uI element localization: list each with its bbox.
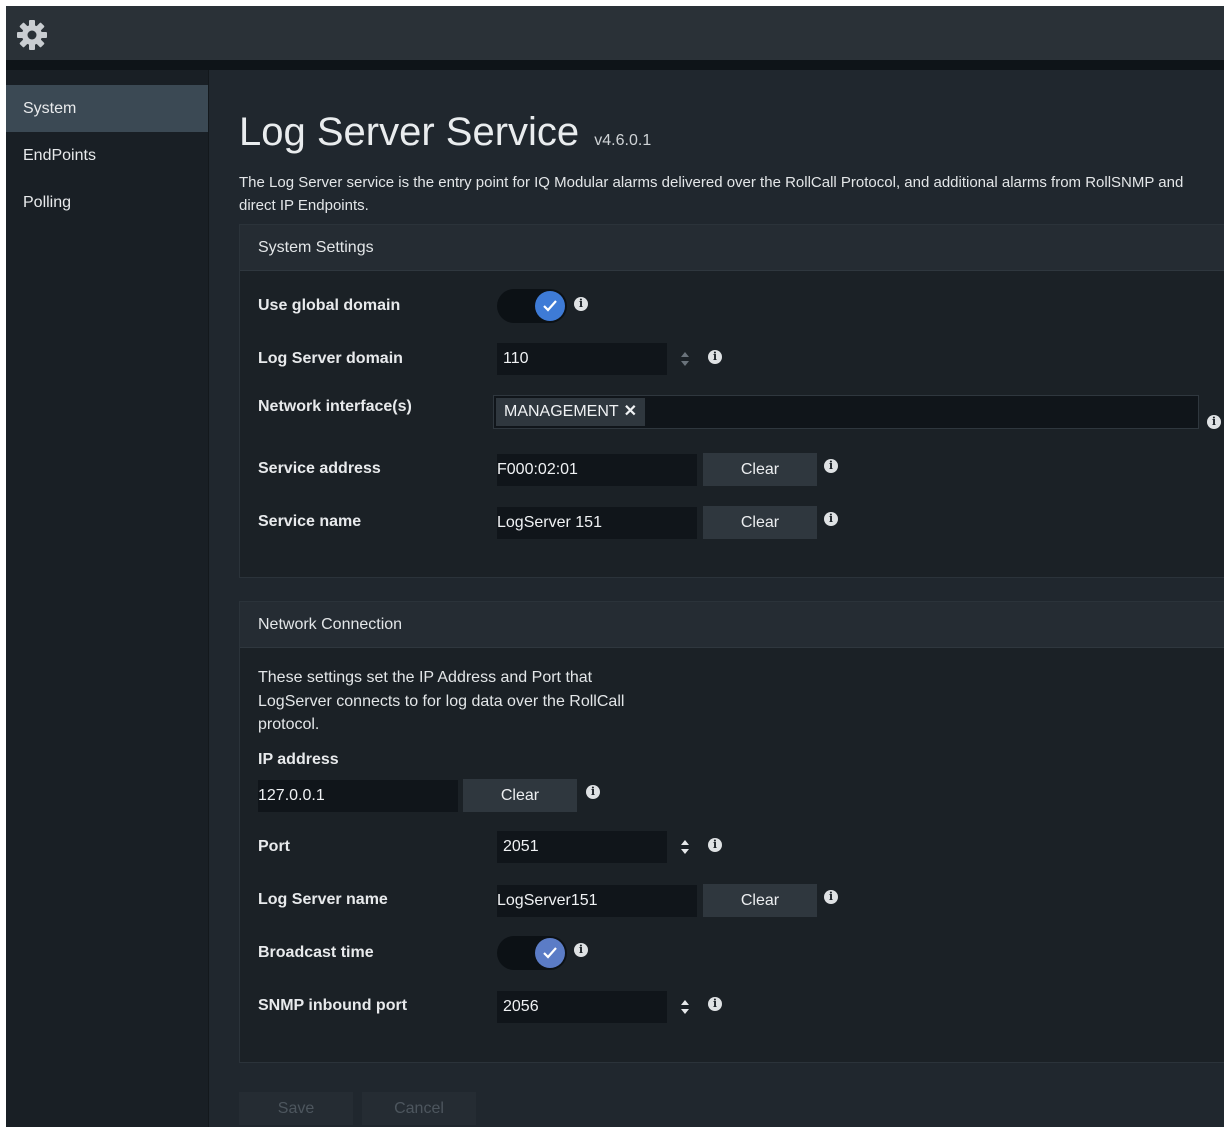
info-icon[interactable]: i (824, 512, 838, 526)
log-server-domain-label: Log Server domain (258, 350, 403, 367)
network-connection-heading: Network Connection (240, 602, 1224, 648)
broadcast-time-toggle[interactable] (497, 936, 567, 970)
interface-tag-label: MANAGEMENT (504, 403, 619, 420)
service-address-clear-button[interactable]: Clear (703, 453, 817, 486)
info-icon[interactable]: i (824, 459, 838, 473)
sidebar-item-polling[interactable]: Polling (6, 179, 208, 226)
network-connection-panel: Network Connection These settings set th… (239, 601, 1224, 1063)
ip-address-input[interactable] (258, 780, 458, 812)
service-address-label: Service address (258, 460, 381, 477)
info-icon[interactable]: i (1207, 415, 1221, 429)
log-server-name-label: Log Server name (258, 891, 388, 908)
page-description: The Log Server service is the entry poin… (239, 174, 1184, 214)
sidebar-item-system[interactable]: System (6, 85, 208, 132)
network-connection-intro: These settings set the IP Address and Po… (258, 669, 625, 733)
ip-address-clear-button[interactable]: Clear (463, 779, 577, 812)
check-icon (543, 947, 557, 959)
network-interfaces-label: Network interface(s) (258, 398, 412, 415)
page-title-text: Log Server Service (239, 110, 580, 154)
gear-icon[interactable] (16, 19, 48, 51)
use-global-domain-label: Use global domain (258, 297, 401, 314)
log-server-name-input[interactable] (497, 885, 697, 917)
info-icon[interactable]: i (574, 943, 588, 957)
cancel-button[interactable]: Cancel (362, 1092, 476, 1125)
spinner-arrows-icon[interactable] (680, 349, 690, 369)
service-name-clear-button[interactable]: Clear (703, 506, 817, 539)
service-address-input[interactable] (497, 454, 697, 486)
version-label: v4.6.0.1 (594, 132, 652, 149)
spinner-arrows-icon[interactable] (680, 997, 690, 1017)
info-icon[interactable]: i (708, 838, 722, 852)
log-server-name-clear-button[interactable]: Clear (703, 884, 817, 917)
sidebar: System EndPoints Polling (6, 70, 209, 1127)
top-bar-divider (6, 60, 1224, 70)
info-icon[interactable]: i (708, 997, 722, 1011)
toggle-knob (535, 291, 565, 321)
broadcast-time-label: Broadcast time (258, 944, 374, 961)
log-server-domain-input[interactable] (497, 343, 667, 375)
snmp-inbound-port-input[interactable] (497, 991, 667, 1023)
sidebar-item-endpoints[interactable]: EndPoints (6, 132, 208, 179)
interface-tag: MANAGEMENT ✕ (496, 398, 646, 426)
app-frame: System EndPoints Polling Log Server Serv… (6, 6, 1224, 1127)
network-interfaces-select[interactable]: MANAGEMENT ✕ (493, 395, 1199, 429)
port-label: Port (258, 838, 290, 855)
remove-tag-icon[interactable]: ✕ (624, 403, 637, 420)
port-input[interactable] (497, 831, 667, 863)
toggle-knob (535, 938, 565, 968)
system-settings-heading: System Settings (240, 225, 1224, 271)
top-bar (6, 6, 1224, 60)
main-content: Log Server Service v4.6.0.1 The Log Serv… (209, 70, 1224, 1127)
service-name-label: Service name (258, 513, 362, 530)
system-settings-panel: System Settings Use global domain i Log … (239, 224, 1224, 578)
use-global-domain-toggle[interactable] (497, 289, 567, 323)
ip-address-label: IP address (258, 751, 339, 768)
snmp-inbound-port-label: SNMP inbound port (258, 997, 408, 1014)
check-icon (543, 300, 557, 312)
page-title: Log Server Service v4.6.0.1 (239, 110, 651, 155)
info-icon[interactable]: i (574, 297, 588, 311)
info-icon[interactable]: i (824, 890, 838, 904)
spinner-arrows-icon[interactable] (680, 837, 690, 857)
service-name-input[interactable] (497, 507, 697, 539)
save-button[interactable]: Save (239, 1092, 353, 1125)
info-icon[interactable]: i (586, 785, 600, 799)
info-icon[interactable]: i (708, 350, 722, 364)
